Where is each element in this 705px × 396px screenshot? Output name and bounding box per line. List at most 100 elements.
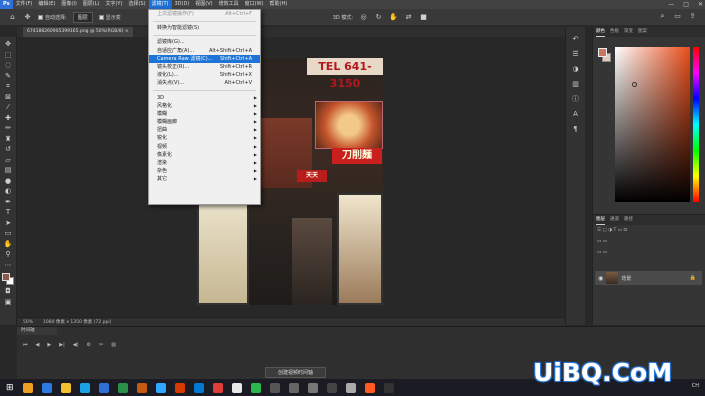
hand-tool-icon[interactable]: ✋ [3,240,14,249]
clone-stamp-tool-icon[interactable]: ♜ [3,135,14,144]
audio-icon[interactable]: ◀) [73,342,79,348]
pen-tool-icon[interactable]: ✒ [3,198,14,207]
tab-gradients[interactable]: 渐变 [624,27,633,37]
slide-icon[interactable]: ⇄ [404,13,413,22]
move-tool-icon[interactable]: ✥ [3,40,14,49]
gradient-tool-icon[interactable]: ▤ [3,166,14,175]
marquee-tool-icon[interactable]: ⬚ [3,51,14,60]
rectangle-tool-icon[interactable]: ▭ [3,229,14,238]
ps-logo-icon[interactable]: Ps [0,0,13,9]
filter-menu-item[interactable]: 锐化 ▶ [149,134,260,142]
taskbar-app-icon[interactable] [269,382,280,393]
menu-3d[interactable]: 3D(D) [172,0,193,9]
filter-menu-item[interactable]: 镜头校正(R)... Shift+Ctrl+R [149,63,260,71]
next-frame-icon[interactable]: ▶| [59,342,65,348]
color-picker-field[interactable] [615,47,690,202]
color-panel-foreground-swatch[interactable] [598,48,607,57]
taskbar-app-icon[interactable] [383,382,394,393]
system-tray-text[interactable]: CH [692,383,699,389]
taskbar-app-icon[interactable] [60,382,71,393]
menu-file[interactable]: 文件(F) [13,0,36,9]
menu-filter[interactable]: 滤镜(T) [148,0,172,9]
menu-window[interactable]: 窗口(W) [242,0,267,9]
info-icon[interactable]: ⓘ [571,95,581,104]
filter-menu-item[interactable]: 模糊画廊 ▶ [149,118,260,126]
taskbar-app-icon[interactable] [345,382,356,393]
taskbar-app-icon[interactable] [117,382,128,393]
properties-icon[interactable]: ☰ [571,50,581,59]
orbit-icon[interactable]: ◎ [359,13,368,22]
close-tab-icon[interactable]: × [125,29,129,34]
tab-patterns[interactable]: 图案 [638,27,647,37]
minimize-button[interactable]: — [668,0,674,9]
filter-menu-item[interactable]: 像素化 ▶ [149,151,260,159]
zoom-tool-icon[interactable]: ⚲ [3,250,14,259]
dodge-tool-icon[interactable]: ◐ [3,187,14,196]
menu-layer[interactable]: 图层(L) [80,0,103,9]
menu-help[interactable]: 帮助(H) [267,0,291,9]
taskbar-app-icon[interactable] [193,382,204,393]
quick-select-tool-icon[interactable]: ✎ [3,72,14,81]
taskbar-app-icon[interactable] [22,382,33,393]
maximize-button[interactable]: □ [683,0,689,9]
layer-filter-row[interactable]: ☰ ▢ ◑ T ▭ ⊡ [593,225,705,236]
libraries-icon[interactable]: ▥ [571,80,581,89]
home-icon[interactable]: ⌂ [8,13,17,22]
settings-icon[interactable]: ⚙ [87,342,91,348]
tab-color[interactable]: 颜色 [596,27,605,37]
show-transform-checkbox[interactable]: 显示变 [98,14,121,21]
visibility-eye-icon[interactable]: ◉ [598,275,603,282]
taskbar-app-icon[interactable] [307,382,318,393]
healing-tool-icon[interactable]: ✚ [3,114,14,123]
filter-menu-item[interactable]: 液化(L)... Shift+Ctrl+X [149,71,260,79]
character-icon[interactable]: A [571,110,581,119]
color-picker-cursor[interactable] [632,82,637,87]
taskbar-app-icon[interactable] [364,382,375,393]
brush-tool-icon[interactable]: ✏ [3,124,14,133]
taskbar-app-icon[interactable] [231,382,242,393]
history-icon[interactable]: ↶ [571,35,581,44]
filter-menu-item[interactable]: 3D ▶ [149,94,260,102]
filter-menu-item[interactable]: 滤镜库(G)... [149,38,260,46]
taskbar-app-icon[interactable] [288,382,299,393]
taskbar-app-icon[interactable] [41,382,52,393]
filter-menu-item[interactable]: 其它 ▶ [149,175,260,183]
path-select-tool-icon[interactable]: ➤ [3,219,14,228]
pan-icon[interactable]: ✋ [389,13,398,22]
windows-start-icon[interactable]: ⊞ [6,383,14,393]
play-icon[interactable]: ▶ [47,342,51,348]
transition-icon[interactable]: ▧ [111,342,116,348]
menu-type[interactable]: 文字(Y) [102,0,125,9]
filter-menu-item[interactable]: 视频 ▶ [149,143,260,151]
taskbar-app-icon[interactable] [155,382,166,393]
layer-row-background[interactable]: ◉ 背景 🔒 [595,271,702,285]
taskbar-app-icon[interactable] [326,382,337,393]
filter-menu-item[interactable]: 风格化 ▶ [149,102,260,110]
document-info[interactable]: 1080 像素 x 1350 像素 (72 ppi) [43,318,111,326]
frame-tool-icon[interactable]: ⊠ [3,93,14,102]
filter-menu-item[interactable]: Camera Raw 滤镜(C)... Shift+Ctrl+A [149,54,260,63]
tab-paths[interactable]: 路径 [624,215,633,225]
color-swatches[interactable] [1,273,15,285]
filter-menu-item[interactable]: 转换为智能滤镜(S) [149,24,260,32]
close-button[interactable]: ✕ [698,0,703,9]
menu-edit[interactable]: 编辑(E) [35,0,58,9]
type-tool-icon[interactable]: T [3,208,14,217]
crop-tool-icon[interactable]: ⌗ [3,82,14,91]
hue-slider[interactable] [693,47,699,202]
workspace-icon[interactable]: ▭ [673,12,682,21]
filter-menu-item[interactable]: 自适应广角(A)... Alt+Shift+Ctrl+A [149,47,260,55]
taskbar-app-icon[interactable] [98,382,109,393]
taskbar-app-icon[interactable] [250,382,261,393]
create-video-timeline-button[interactable]: 创建视频时间轴 [265,367,327,378]
timeline-tab[interactable]: 时间轴 [17,327,57,335]
layer-lock-row[interactable]: ▭ ▭ [593,247,705,258]
screen-mode-icon[interactable]: ▣ [3,298,14,307]
menu-plugins[interactable]: 增效工具 [216,0,242,9]
filter-menu-item[interactable]: 模糊 ▶ [149,110,260,118]
split-icon[interactable]: ✂ [99,342,103,348]
eraser-tool-icon[interactable]: ▱ [3,156,14,165]
foreground-color-swatch[interactable] [1,273,10,281]
menu-view[interactable]: 视图(V) [192,0,215,9]
filter-menu-item[interactable]: 扭曲 ▶ [149,126,260,134]
